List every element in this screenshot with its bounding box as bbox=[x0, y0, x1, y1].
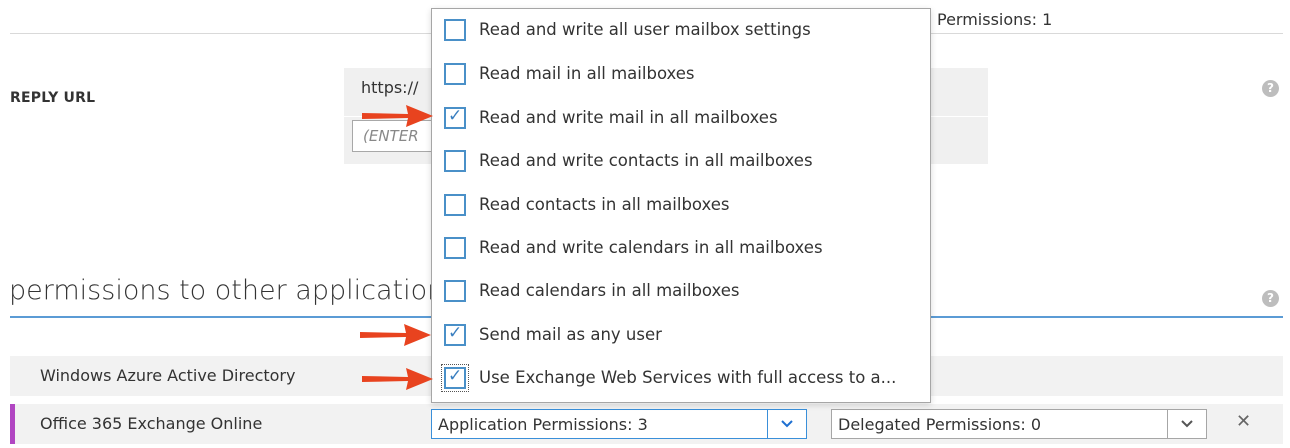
permission-label: Read mail in all mailboxes bbox=[479, 64, 695, 83]
permission-label: Send mail as any user bbox=[479, 325, 662, 344]
row-selected-accent bbox=[10, 404, 15, 444]
permission-label: Read contacts in all mailboxes bbox=[479, 195, 730, 214]
permission-option[interactable]: ✓ Send mail as any user bbox=[444, 323, 924, 350]
check-icon: ✓ bbox=[448, 323, 463, 343]
permission-label: Read calendars in all mailboxes bbox=[479, 281, 740, 300]
application-permissions-value: Application Permissions: 3 bbox=[438, 415, 648, 434]
permission-label: Use Exchange Web Services with full acce… bbox=[479, 368, 897, 387]
checkbox[interactable]: ✓ bbox=[444, 150, 466, 172]
permissions-heading: permissions to other applications bbox=[9, 275, 459, 306]
red-arrow-icon bbox=[362, 105, 433, 127]
app-name: Office 365 Exchange Online bbox=[40, 414, 263, 433]
red-arrow-icon bbox=[360, 324, 431, 346]
application-permissions-dropdown: ✓ Read and write all user mailbox settin… bbox=[431, 8, 931, 403]
permission-option[interactable]: ✓ Read mail in all mailboxes bbox=[444, 63, 924, 89]
permission-label: Read and write contacts in all mailboxes bbox=[479, 151, 813, 170]
reply-url-placeholder: (ENTER bbox=[363, 127, 419, 145]
delegated-permissions-select[interactable]: Delegated Permissions: 0 bbox=[831, 409, 1207, 439]
permission-option[interactable]: ✓ Read and write contacts in all mailbox… bbox=[444, 150, 924, 176]
chevron-down-icon[interactable] bbox=[1167, 410, 1206, 438]
checkbox[interactable]: ✓ bbox=[444, 63, 466, 85]
checkbox[interactable]: ✓ bbox=[444, 194, 466, 216]
help-icon-permissions[interactable]: ? bbox=[1262, 290, 1279, 307]
chevron-down-icon[interactable] bbox=[767, 410, 806, 438]
checkbox[interactable]: ✓ bbox=[441, 364, 469, 392]
permission-option[interactable]: ✓ Read and write mail in all mailboxes bbox=[444, 106, 924, 133]
permission-option[interactable]: ✓ Read contacts in all mailboxes bbox=[444, 194, 924, 220]
app-name: Windows Azure Active Directory bbox=[40, 366, 296, 385]
permission-label: Read and write calendars in all mailboxe… bbox=[479, 238, 823, 257]
checkbox[interactable]: ✓ bbox=[444, 323, 466, 346]
close-icon[interactable]: ✕ bbox=[1236, 411, 1251, 432]
delegated-permissions-text: Permissions: 1 bbox=[937, 10, 1053, 29]
checkbox[interactable]: ✓ bbox=[444, 280, 466, 302]
permission-option[interactable]: ✓ Use Exchange Web Services with full ac… bbox=[441, 364, 924, 393]
check-icon: ✓ bbox=[448, 366, 463, 386]
permission-option[interactable]: ✓ Read and write all user mailbox settin… bbox=[444, 19, 924, 45]
check-icon: ✓ bbox=[448, 106, 463, 126]
permission-option[interactable]: ✓ Read and write calendars in all mailbo… bbox=[444, 237, 924, 263]
help-icon[interactable]: ? bbox=[1262, 80, 1279, 97]
checkbox[interactable]: ✓ bbox=[444, 19, 466, 41]
reply-url-value[interactable]: https:// bbox=[361, 78, 431, 97]
reply-url-label: REPLY URL bbox=[10, 90, 96, 106]
delegated-permissions-value: Delegated Permissions: 0 bbox=[838, 415, 1042, 434]
red-arrow-icon bbox=[362, 368, 433, 390]
permission-label: Read and write mail in all mailboxes bbox=[479, 108, 778, 127]
permission-label: Read and write all user mailbox settings bbox=[479, 20, 811, 39]
permission-option[interactable]: ✓ Read calendars in all mailboxes bbox=[444, 280, 924, 306]
application-permissions-select[interactable]: Application Permissions: 3 bbox=[431, 409, 807, 439]
checkbox[interactable]: ✓ bbox=[444, 237, 466, 259]
checkbox[interactable]: ✓ bbox=[444, 106, 466, 129]
